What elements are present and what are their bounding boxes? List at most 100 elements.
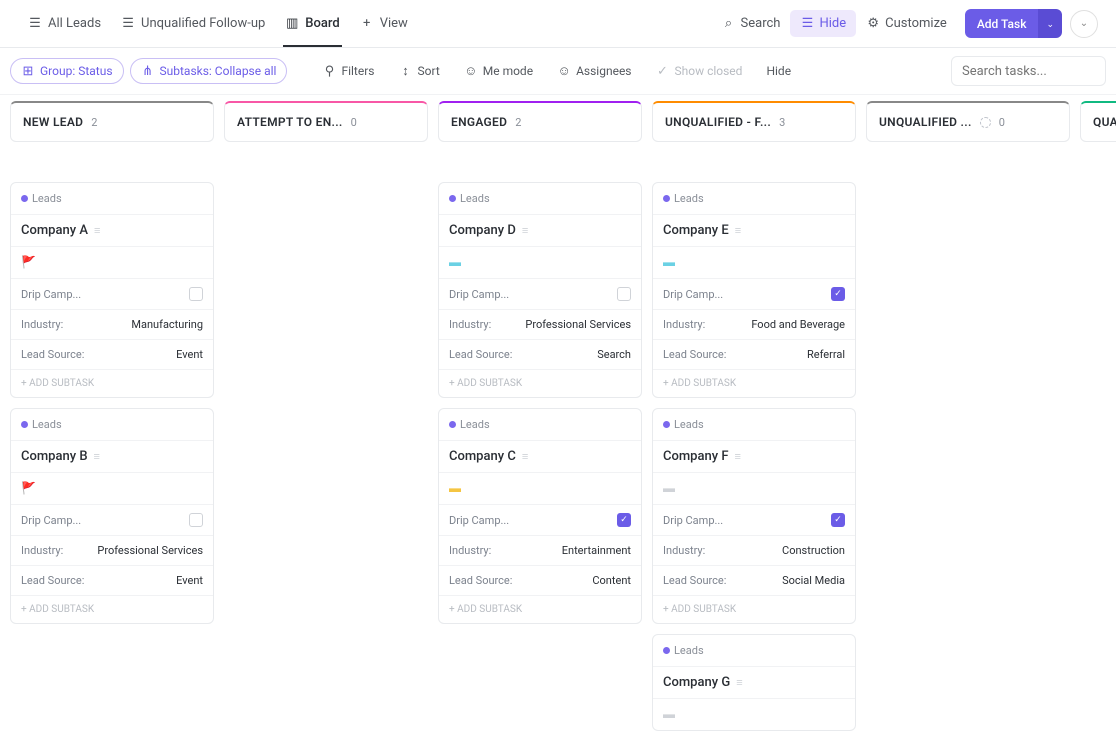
card-title[interactable]: Company B≡ [21,449,203,464]
card-title[interactable]: Company D≡ [449,223,631,238]
leads-tag: Leads [674,192,704,205]
card-title[interactable]: Company C≡ [449,449,631,464]
add-task-button[interactable]: Add Task [965,9,1039,38]
description-icon: ≡ [94,224,100,237]
priority-flag[interactable]: ▬ [663,707,675,721]
customize-button[interactable]: ⚙Customize [856,10,957,37]
column-header[interactable]: ENGAGED2 [438,101,642,142]
loading-icon [980,117,991,128]
people-icon: ☺ [557,64,571,78]
priority-flag[interactable]: 🚩 [21,481,36,495]
task-card[interactable]: LeadsCompany E≡▬Drip Camp...✓Industry:Fo… [652,182,856,398]
industry-value: Professional Services [525,318,631,331]
more-button[interactable]: ⌄ [1070,10,1098,38]
task-card[interactable]: LeadsCompany F≡▬Drip Camp...✓Industry:Co… [652,408,856,624]
source-label: Lead Source: [663,348,726,361]
card-title[interactable]: Company F≡ [663,449,845,464]
show-closed-button[interactable]: ✓Show closed [647,60,752,82]
source-label: Lead Source: [21,348,84,361]
card-title[interactable]: Company E≡ [663,223,845,238]
column-title: UNQUALIFIED - F... [665,115,771,129]
add-view[interactable]: +View [350,0,418,47]
task-card[interactable]: LeadsCompany C≡▬Drip Camp...✓Industry:En… [438,408,642,624]
source-value: Event [176,574,203,587]
column-title: NEW LEAD [23,115,83,129]
source-value: Referral [807,348,845,361]
me-mode-button[interactable]: ☺Me mode [455,60,542,82]
top-bar: ☰All Leads ☰Unqualified Follow-up ▥Board… [0,0,1116,48]
search-icon: ⌕ [722,17,736,31]
chevron-down-icon: ⌄ [1080,18,1088,29]
column-title: ATTEMPT TO EN... [237,115,343,129]
industry-value: Manufacturing [131,318,203,331]
view-unqualified[interactable]: ☰Unqualified Follow-up [111,0,275,47]
task-card[interactable]: LeadsCompany G≡▬ [652,634,856,731]
board: NEW LEAD2 Leads Company A≡ 🚩 Drip Camp... Ind… [0,95,1116,741]
group-pill[interactable]: ⊞Group: Status [10,58,124,84]
drip-checkbox[interactable] [189,513,203,527]
add-subtask-button[interactable]: + ADD SUBTASK [653,370,855,397]
source-label: Lead Source: [449,348,512,361]
industry-label: Industry: [663,544,705,557]
priority-flag[interactable]: ▬ [663,481,675,495]
source-value: Social Media [782,574,845,587]
column-title: QUALIF [1093,115,1116,129]
leads-tag: Leads [460,192,490,205]
leads-tag: Leads [32,192,62,205]
column-count: 0 [351,116,357,129]
task-card[interactable]: LeadsCompany D≡▬Drip Camp...Industry:Pro… [438,182,642,398]
priority-flag[interactable]: 🚩 [21,255,36,269]
plus-icon: + [360,17,374,31]
add-subtask-button[interactable]: + ADD SUBTASK [11,370,213,397]
priority-flag[interactable]: ▬ [449,255,461,269]
assignees-button[interactable]: ☺Assignees [548,60,640,82]
drip-checkbox[interactable] [617,287,631,301]
description-icon: ≡ [522,450,528,463]
description-icon: ≡ [94,450,100,463]
add-task-dropdown[interactable]: ⌄ [1038,9,1062,38]
priority-flag[interactable]: ▬ [449,481,461,495]
group-icon: ⊞ [21,64,35,78]
search-input[interactable] [951,56,1106,86]
list-icon: ☰ [28,17,42,31]
column-header[interactable]: QUALIF [1080,101,1116,142]
industry-value: Entertainment [562,544,631,557]
task-card[interactable]: LeadsCompany B≡🚩Drip Camp...Industry:Pro… [10,408,214,624]
gear-icon: ⚙ [866,17,880,31]
hide-button[interactable]: ☰Hide [790,10,856,37]
priority-flag[interactable]: ▬ [663,255,675,269]
description-icon: ≡ [522,224,528,237]
column-header[interactable]: ATTEMPT TO EN... 0 [224,101,428,142]
subtask-icon: ⋔ [141,64,155,78]
hide-tool-button[interactable]: Hide [757,60,800,82]
hide-icon: ☰ [800,17,814,31]
drip-checkbox[interactable] [189,287,203,301]
drip-checkbox[interactable]: ✓ [831,287,845,301]
search-button[interactable]: ⌕Search [712,10,791,37]
sort-icon: ↕ [398,64,412,78]
check-icon: ✓ [656,64,670,78]
column-header[interactable]: UNQUALIFIED - F...3 [652,101,856,142]
task-card[interactable]: LeadsCompany A≡🚩Drip Camp...Industry:Man… [10,182,214,398]
industry-value: Professional Services [97,544,203,557]
view-board[interactable]: ▥Board [275,0,349,47]
add-subtask-button[interactable]: + ADD SUBTASK [439,370,641,397]
source-value: Search [597,348,631,361]
sort-button[interactable]: ↕Sort [389,60,448,82]
source-value: Content [592,574,631,587]
column-header[interactable]: UNQUALIFIED ...0 [866,101,1070,142]
card-title[interactable]: Company G≡ [663,675,845,690]
drip-label: Drip Camp... [21,514,81,527]
column-title: UNQUALIFIED ... [879,115,972,129]
view-all-leads[interactable]: ☰All Leads [18,0,111,47]
drip-checkbox[interactable]: ✓ [831,513,845,527]
subtasks-pill[interactable]: ⋔Subtasks: Collapse all [130,58,288,84]
column-header[interactable]: NEW LEAD2 [10,101,214,142]
industry-label: Industry: [21,544,63,557]
list-icon: ☰ [121,17,135,31]
drip-checkbox[interactable]: ✓ [617,513,631,527]
card-title[interactable]: Company A≡ [21,223,203,238]
source-value: Event [176,348,203,361]
chevron-down-icon: ⌄ [1046,20,1054,30]
filters-button[interactable]: ⚲Filters [313,60,383,82]
